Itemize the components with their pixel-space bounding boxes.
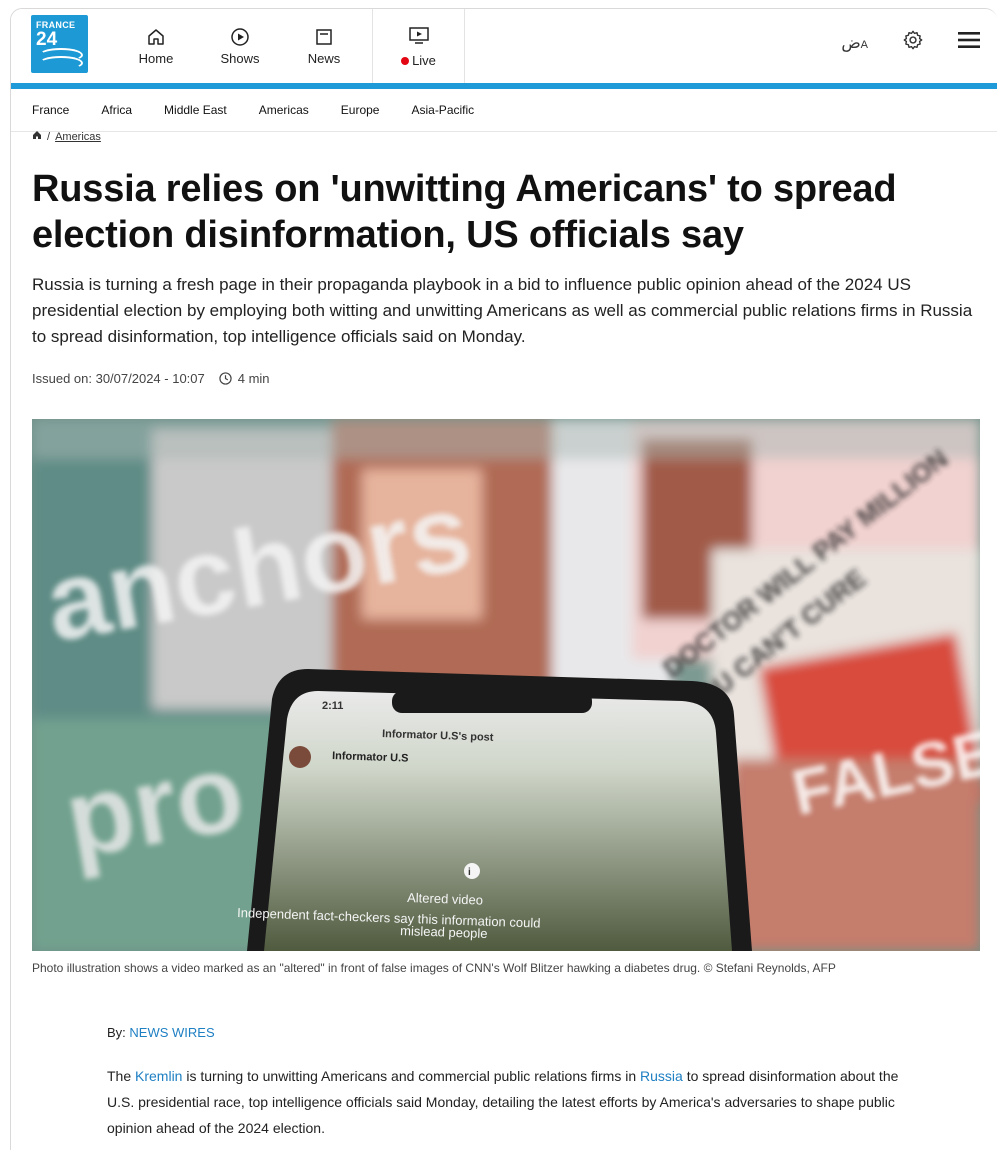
site-header: FRANCE 24 Home Shows News Live ضA <box>11 9 997 83</box>
photo-illustration: anchors pro DOCTOR WILL PAY MILLION YOU … <box>32 419 980 951</box>
region-nav: France Africa Middle East Americas Europ… <box>11 89 997 132</box>
nav-home-label: Home <box>138 51 174 66</box>
link-kremlin[interactable]: Kremlin <box>135 1068 182 1084</box>
home-icon[interactable] <box>32 130 42 143</box>
play-icon <box>230 26 250 48</box>
logo-wave <box>39 56 83 70</box>
breadcrumb-separator: / <box>47 130 51 143</box>
phone-altered-video: Altered video <box>407 890 483 908</box>
svg-text:i: i <box>468 867 471 878</box>
paragraph-text: The <box>107 1068 136 1084</box>
paragraph-text: is turning to unwitting Americans and co… <box>182 1068 641 1084</box>
phone-fact-check-2: mislead people <box>400 923 488 941</box>
issued-date: Issued on: 30/07/2024 - 10:07 <box>32 371 205 386</box>
region-link-france[interactable]: France <box>32 103 69 117</box>
byline: By: NEWS WIRES <box>107 1025 215 1040</box>
link-russia[interactable]: Russia <box>640 1068 683 1084</box>
news-icon <box>314 26 334 48</box>
breadcrumb: / Americas <box>32 130 101 143</box>
tv-icon <box>408 25 430 50</box>
article-photo[interactable]: anchors pro DOCTOR WILL PAY MILLION YOU … <box>32 419 980 951</box>
article-meta: Issued on: 30/07/2024 - 10:07 4 min <box>32 371 270 386</box>
byline-source[interactable]: NEWS WIRES <box>129 1025 214 1040</box>
language-switcher[interactable]: ضA <box>841 33 868 53</box>
nav-shows-label: Shows <box>220 51 260 66</box>
nav-home[interactable]: Home <box>114 9 198 83</box>
nav-live[interactable]: Live <box>373 9 465 83</box>
live-label-wrap: Live <box>401 53 436 68</box>
photo-caption: Photo illustration shows a video marked … <box>32 961 836 975</box>
clock-icon <box>219 372 232 385</box>
hamburger-icon[interactable] <box>958 31 980 54</box>
region-link-americas[interactable]: Americas <box>259 103 309 117</box>
nav-news-label: News <box>307 51 341 66</box>
region-link-europe[interactable]: Europe <box>341 103 380 117</box>
france24-logo[interactable]: FRANCE 24 <box>31 15 88 73</box>
gear-icon[interactable] <box>902 29 924 56</box>
main-nav: Home Shows News Live <box>114 9 465 83</box>
language-arabic: ض <box>841 34 861 52</box>
live-dot <box>401 56 410 65</box>
phone-time: 2:11 <box>322 700 343 712</box>
nav-news[interactable]: News <box>282 9 366 83</box>
nav-shows[interactable]: Shows <box>198 9 282 83</box>
article-title: Russia relies on 'unwitting Americans' t… <box>32 168 897 256</box>
home-icon <box>146 26 166 48</box>
region-link-asia-pacific[interactable]: Asia-Pacific <box>411 103 474 117</box>
byline-label: By: <box>107 1025 126 1040</box>
browser-frame: FRANCE 24 Home Shows News Live ضA France… <box>10 8 997 1150</box>
read-time: 4 min <box>237 371 270 386</box>
article-paragraph: The Kremlin is turning to unwitting Amer… <box>107 1063 907 1141</box>
article-lede: Russia is turning a fresh page in their … <box>32 275 973 346</box>
region-link-middle-east[interactable]: Middle East <box>164 103 227 117</box>
breadcrumb-section[interactable]: Americas <box>55 131 101 143</box>
header-tools: ضA <box>841 29 980 56</box>
region-link-africa[interactable]: Africa <box>101 103 132 117</box>
live-label: Live <box>412 52 436 68</box>
language-latin: A <box>860 38 868 51</box>
phone: 2:11 Informator U.S's post Informator U.… <box>237 669 752 951</box>
